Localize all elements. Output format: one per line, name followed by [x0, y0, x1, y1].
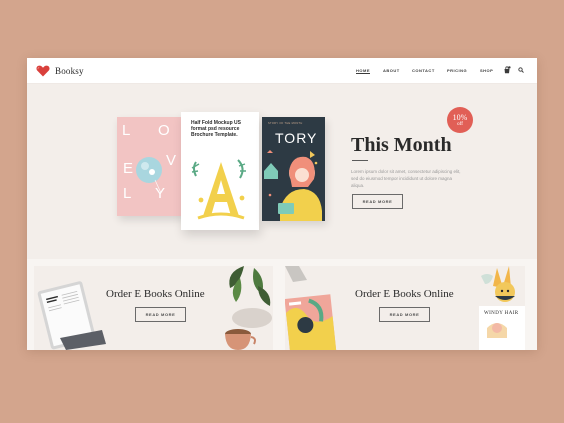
- heart-icon: [36, 65, 50, 77]
- brand-logo[interactable]: Booksy: [36, 65, 84, 77]
- nav-contact[interactable]: CONTACT: [412, 68, 435, 73]
- browser-page: Booksy HOME ABOUT CONTACT PRICING SHOP L…: [27, 58, 537, 350]
- hero-divider: [352, 160, 368, 161]
- hero-read-more-button[interactable]: READ MORE: [352, 194, 403, 209]
- promo-read-more-button[interactable]: READ MORE: [379, 307, 430, 322]
- balloon-illustration: [136, 157, 162, 194]
- discount-value: 10%: [452, 113, 468, 122]
- promo-card-ebooks-2: Order E Books Online READ MORE WINDY HAI…: [285, 266, 525, 350]
- colorful-book-illustration: [285, 266, 337, 350]
- letter-a-illustration: [191, 159, 246, 220]
- brand-name: Booksy: [55, 66, 84, 76]
- nav-about[interactable]: ABOUT: [383, 68, 400, 73]
- promo-card-ebooks: Order E Books Online READ MORE: [34, 266, 273, 350]
- book-story-title: TORY: [275, 130, 318, 146]
- bag-icon[interactable]: [503, 66, 511, 74]
- book-windy-hair-title: WINDY HAIR: [484, 311, 519, 316]
- tablet-illustration: [37, 281, 106, 350]
- site-header: Booksy HOME ABOUT CONTACT PRICING SHOP: [27, 58, 537, 84]
- book-letter: O: [158, 122, 171, 139]
- book-brochure-text: Half Fold Mockup US format psd resource …: [191, 120, 241, 138]
- nav-home[interactable]: HOME: [356, 68, 370, 73]
- hero-description: Lorem ipsum dolor sit amet, consectetur …: [351, 169, 461, 188]
- promo-card-title: Order E Books Online: [106, 288, 205, 300]
- hero-section: L O V E L Y Half Fold Mockup US format p…: [27, 84, 537, 259]
- book-brochure[interactable]: Half Fold Mockup US format psd resource …: [181, 112, 259, 230]
- bunny-and-book-illustration: [479, 266, 525, 350]
- reading-girl-illustration: [264, 150, 322, 221]
- promo-read-more-button[interactable]: READ MORE: [135, 307, 186, 322]
- book-story-subtitle: STORY OF THE MONTH: [268, 122, 303, 125]
- hero-title: This Month: [351, 134, 452, 156]
- search-icon[interactable]: [518, 67, 524, 73]
- book-lovely[interactable]: L O V E L Y: [117, 117, 185, 216]
- promo-card-title: Order E Books Online: [355, 288, 454, 300]
- nav-shop[interactable]: SHOP: [480, 68, 493, 73]
- discount-label: off: [457, 122, 463, 127]
- book-story[interactable]: STORY OF THE MONTH TORY: [262, 117, 325, 221]
- book-letter: L: [122, 122, 132, 139]
- discount-badge: 10% off: [447, 107, 473, 133]
- plant-and-cup-illustration: [225, 266, 272, 350]
- nav-pricing[interactable]: PRICING: [447, 68, 467, 73]
